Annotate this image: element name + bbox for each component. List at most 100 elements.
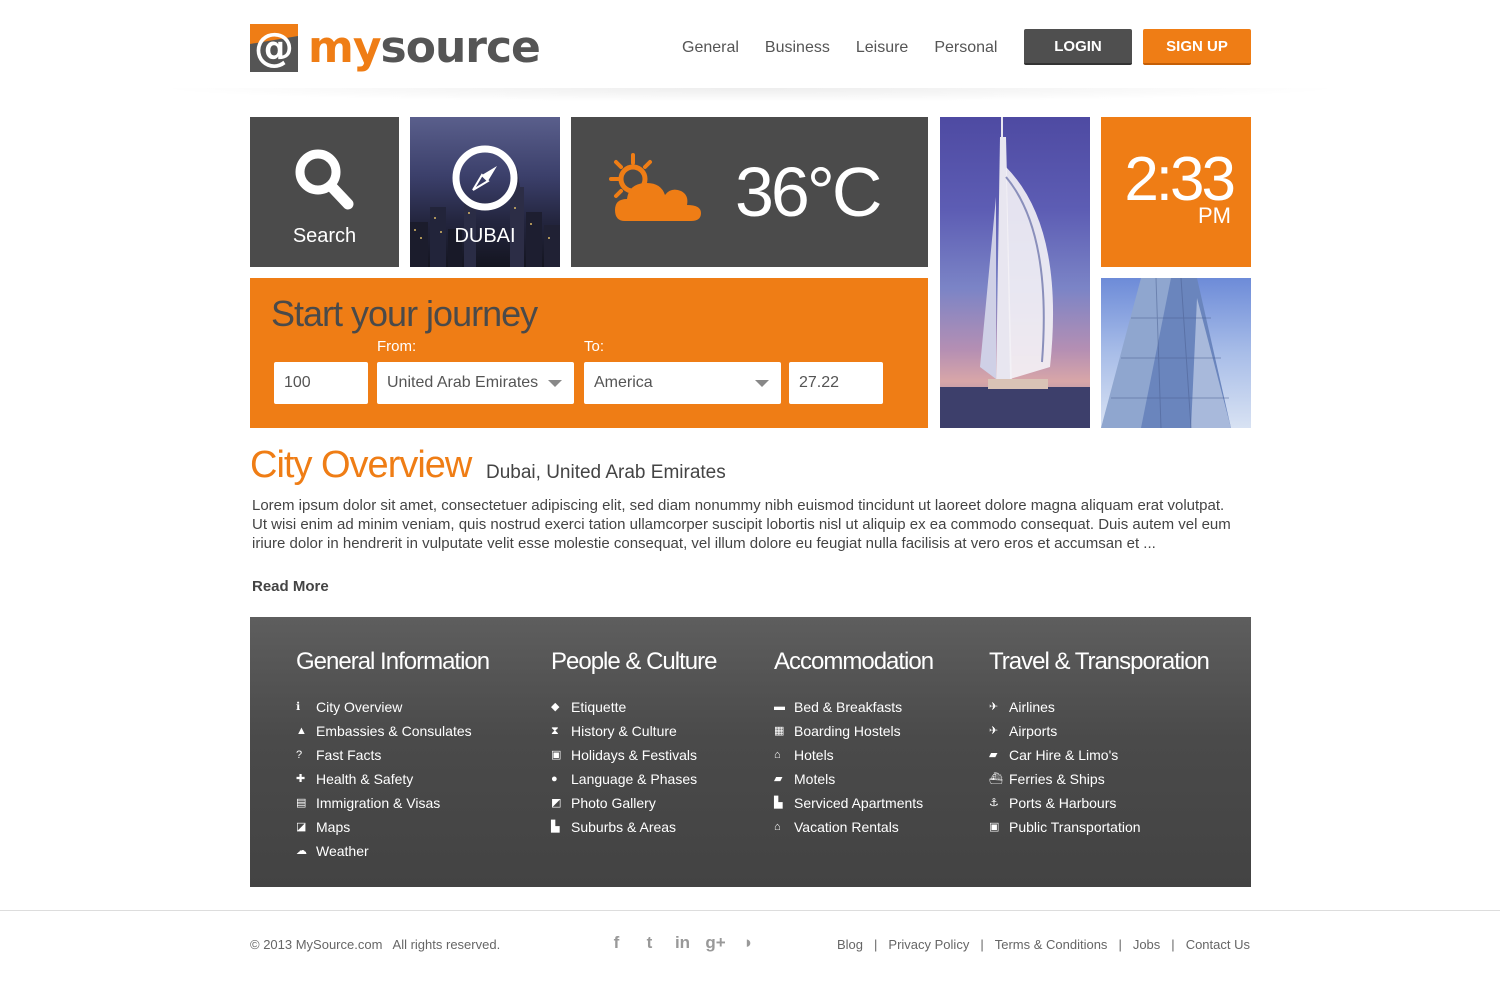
link-bed-breakfasts[interactable]: ▬ Bed & Breakfasts [774,695,933,719]
document-icon: ▤ [296,797,307,809]
link-immigration[interactable]: ▤ Immigration & Visas [296,791,489,815]
nav-general[interactable]: General [682,38,739,58]
plane-icon: ✈ [989,701,999,713]
separator: | [1118,937,1122,952]
sun-cloud-icon [609,153,701,221]
bus-icon: ▣ [989,821,1000,833]
city-tile-label: DUBAI [454,225,516,247]
nav-business[interactable]: Business [765,38,830,58]
column-people-culture: People & Culture ◆ Etiquette ⧗ History & C… [551,647,717,839]
read-more-link[interactable]: Read More [252,578,329,595]
footer-link-jobs[interactable]: Jobs [1133,937,1160,952]
link-airports[interactable]: ✈ Airports [989,719,1209,743]
link-city-overview[interactable]: ℹ City Overview [296,695,489,719]
link-serviced-apartments[interactable]: ▙ Serviced Apartments [774,791,933,815]
footer-link-contact[interactable]: Contact Us [1186,937,1250,952]
link-fast-facts[interactable]: ? Fast Facts [296,743,489,767]
question-icon: ? [296,749,303,761]
nav-leisure[interactable]: Leisure [856,38,908,58]
footer-links: Blog | Privacy Policy | Terms & Conditio… [837,937,1250,952]
tag-icon: ◆ [551,701,560,713]
to-select-value: America [594,374,653,391]
facebook-icon[interactable]: f [600,933,633,953]
ship-icon: ⛴ [989,773,1003,785]
link-weather[interactable]: ☁ Weather [296,839,489,863]
link-car-hire[interactable]: ▰ Car Hire & Limo's [989,743,1209,767]
time-tile: 2:33 PM [1101,117,1251,267]
result-field[interactable]: 27.22 [789,362,883,404]
footer-divider [0,910,1500,911]
hotel-icon: ⌂ [774,749,781,761]
hostel-icon: ▦ [774,725,785,737]
link-photo-gallery[interactable]: ◩ Photo Gallery [551,791,716,815]
overview-subtitle: Dubai, United Arab Emirates [486,462,726,483]
column-title: Travel & Transporation [989,648,1210,675]
plus-icon: ✚ [296,773,306,785]
logo-mark-icon: @ [250,24,298,72]
footer-link-blog[interactable]: Blog [837,937,863,952]
to-select[interactable]: America [584,362,781,404]
city-icon: ▙ [551,821,560,833]
linkedin-icon[interactable]: in [666,933,699,953]
apartment-icon: ▙ [774,797,783,809]
bed-icon: ▬ [774,701,785,713]
overview-text: Lorem ipsum dolor sit amet, consectetuer… [252,497,1231,552]
burj-khalifa-building [1101,278,1231,428]
link-motels[interactable]: ▰ Motels [774,767,933,791]
photo-icon: ◩ [551,797,562,809]
logo[interactable]: @ mysource [250,22,541,73]
hourglass-icon: ⧗ [551,725,559,737]
burj-al-arab-building [940,117,1090,428]
column-title: People & Culture [551,648,717,675]
separator: | [1171,937,1175,952]
temperature: 36°C [735,153,882,231]
link-language[interactable]: ● Language & Phases [551,767,716,791]
link-hostels[interactable]: ▦ Boarding Hostels [774,719,933,743]
twitter-icon[interactable]: t [633,933,666,953]
rss-icon[interactable]: ◗ [732,933,765,953]
column-title: Accommodation [774,648,934,675]
city-tile[interactable]: DUBAI [410,117,560,267]
link-ferries[interactable]: ⛴ Ferries & Ships [989,767,1209,791]
social-links: f t in g+ ◗ [600,933,765,953]
footer-link-terms[interactable]: Terms & Conditions [995,937,1108,952]
nav-personal[interactable]: Personal [934,38,997,58]
link-maps[interactable]: ◪ Maps [296,815,489,839]
link-hotels[interactable]: ⌂ Hotels [774,743,933,767]
overview-title: City Overview [250,444,472,486]
from-select[interactable]: United Arab Emirates [377,362,574,404]
amount-input[interactable]: 100 [274,362,368,404]
footer-link-privacy[interactable]: Privacy Policy [888,937,969,952]
house-icon: ⌂ [774,821,781,833]
car-icon: ▰ [774,773,783,785]
link-etiquette[interactable]: ◆ Etiquette [551,695,716,719]
burj-khalifa-image[interactable] [1101,278,1251,428]
link-holidays[interactable]: ▣ Holidays & Festivals [551,743,716,767]
main-nav: General Business Leisure Personal [682,38,1023,58]
signup-button[interactable]: SIGN UP [1143,29,1251,65]
anchor-icon: ⚓ [989,797,999,809]
column-title: General Information [296,648,490,675]
map-icon: ◪ [296,821,307,833]
link-airlines[interactable]: ✈ Airlines [989,695,1209,719]
link-suburbs[interactable]: ▙ Suburbs & Areas [551,815,716,839]
link-embassies[interactable]: ▲ Embassies & Consulates [296,719,489,743]
site-header: @ mysource General Business Leisure Pers… [0,0,1500,92]
burj-al-arab-image[interactable] [940,117,1090,428]
link-history[interactable]: ⧗ History & Culture [551,719,716,743]
limo-icon: ▰ [989,749,998,761]
link-ports[interactable]: ⚓ Ports & Harbours [989,791,1209,815]
gift-icon: ▣ [551,749,562,761]
googleplus-icon[interactable]: g+ [699,933,732,953]
compass-icon [452,145,518,211]
column-accommodation: Accommodation ▬ Bed & Breakfasts ▦ Boardin… [774,647,934,839]
link-vacation-rentals[interactable]: ⌂ Vacation Rentals [774,815,933,839]
link-public-transport[interactable]: ▣ Public Transportation [989,815,1209,839]
search-tile[interactable]: Search [250,117,399,267]
copyright: © 2013 MySource.com All rights reserved. [250,937,501,952]
logo-text: mysource [308,22,541,73]
column-general-information: General Information ℹ City Overview ▲ Emba… [296,647,490,863]
link-health-safety[interactable]: ✚ Health & Safety [296,767,489,791]
to-label: To: [584,338,605,355]
login-button[interactable]: LOGIN [1024,29,1132,65]
